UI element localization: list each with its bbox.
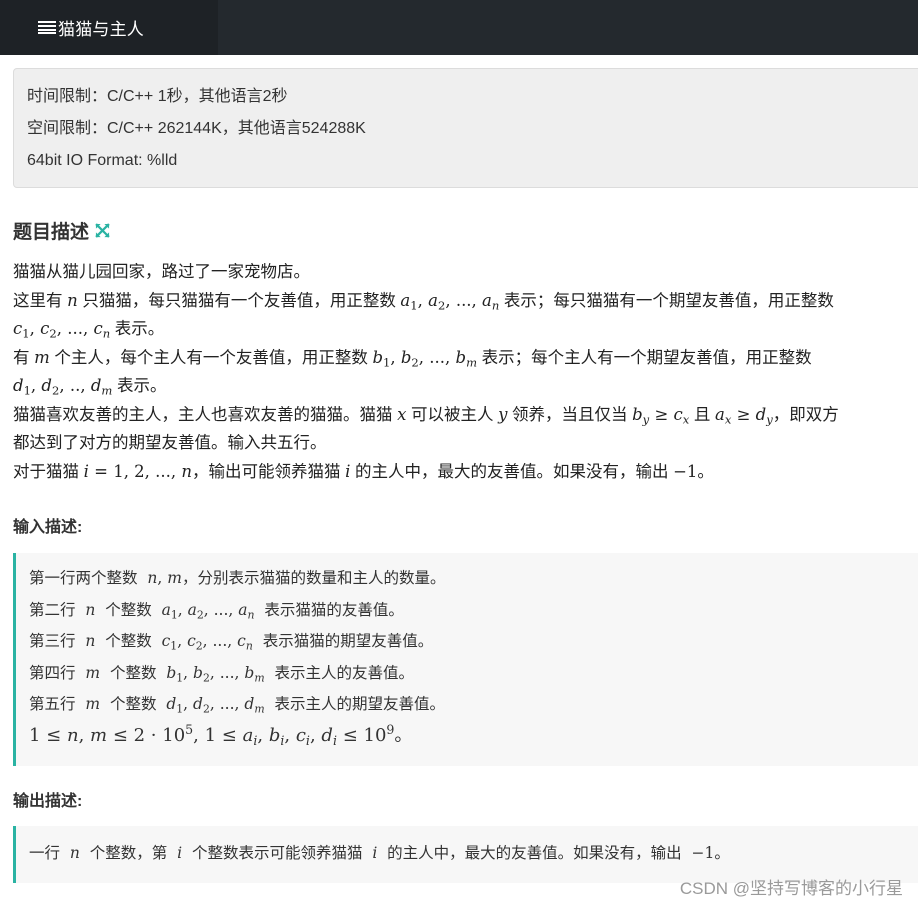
- desc-text: 领养，当且仅当: [512, 405, 628, 424]
- math-m: m: [80, 663, 106, 682]
- math-i-range: i = 1, 2, ..., n: [83, 461, 193, 481]
- math-i: i: [172, 844, 187, 862]
- math-cond-1: by ≥ cx: [632, 404, 690, 426]
- input-text: 个整数: [105, 632, 152, 650]
- math-b-seq: b1, b2, ..., bm: [372, 347, 478, 369]
- problem-description: 猫猫从猫儿园回家，路过了一家宠物店。 这里有 n 只猫猫，每只猫猫有一个友善值，…: [13, 258, 913, 486]
- math-n: n: [80, 600, 101, 619]
- desc-text: ，输出可能领养猫猫: [192, 462, 341, 481]
- io-format: 64bit IO Format: %lld: [27, 152, 178, 169]
- math-b-seq: b1, b2, ..., bm: [161, 663, 265, 684]
- input-text: ，分别表示猫猫的数量和主人的数量。: [181, 569, 446, 587]
- math-constraints: 1 ≤ n, m ≤ 2 · 105, 1 ≤ ai, bi, ci, di ≤…: [29, 721, 395, 748]
- input-text: 个整数: [105, 600, 152, 619]
- math-cond-2: ax ≥ dy: [714, 404, 773, 426]
- input-text: 第三行: [29, 632, 76, 650]
- output-heading: 输出描述:: [13, 793, 83, 810]
- desc-line-1: 猫猫从猫儿园回家，路过了一家宠物店。: [13, 263, 310, 281]
- desc-text: 个主人，每个主人有一个友善值，用正整数: [54, 348, 368, 367]
- desc-text: 表示。: [114, 320, 165, 338]
- output-text: 。: [714, 844, 730, 862]
- math-d-seq: d1, d2, .., dm: [13, 376, 113, 398]
- input-text: 表示主人的期望友善值。: [274, 695, 445, 713]
- list-icon: [38, 21, 56, 34]
- math-i: i: [345, 461, 351, 481]
- expand-icon[interactable]: [95, 223, 110, 238]
- time-limit: 时间限制：C/C++ 1秒，其他语言2秒: [27, 88, 288, 105]
- input-text: 第二行: [29, 600, 76, 619]
- input-text: 。: [394, 724, 413, 746]
- math-d-seq: d1, d2, ..., dm: [161, 695, 265, 716]
- output-text: 的主人中，最大的友善值。如果没有，输出: [387, 844, 682, 862]
- math-c-seq: c1, c2, ..., cn: [13, 319, 111, 341]
- desc-text: 可以被主人: [411, 405, 494, 424]
- math-n: n: [80, 632, 101, 650]
- input-text: 个整数: [109, 695, 157, 713]
- input-text: 个整数: [109, 663, 157, 682]
- problem-tab[interactable]: 猫猫与主人: [0, 0, 218, 55]
- limits-panel: 时间限制：C/C++ 1秒，其他语言2秒 空间限制：C/C++ 262144K，…: [13, 68, 918, 188]
- desc-text: 表示；每只猫猫有一个期望友善值，用正整数: [503, 291, 834, 310]
- space-limit: 空间限制：C/C++ 262144K，其他语言524288K: [27, 120, 366, 137]
- desc-text: 的主人中，最大的友善值。如果没有，输出: [355, 462, 669, 481]
- desc-text: 表示；每个主人有一个期望友善值，用正整数: [481, 348, 812, 367]
- math-m: m: [80, 695, 106, 713]
- description-heading-text: 题目描述: [13, 222, 90, 243]
- math-nm: n, m: [142, 569, 182, 587]
- output-text: 一行: [29, 844, 61, 862]
- math-n: n: [64, 844, 85, 862]
- output-text: 个整数表示可能领养猫猫: [191, 844, 363, 862]
- description-heading: 题目描述: [13, 217, 110, 244]
- desc-text: 都达到了对方的期望友善值。输入共五行。: [13, 434, 327, 452]
- math-c-seq: c1, c2, ..., cn: [156, 632, 253, 653]
- math-a-seq: a1, a2, ..., an: [400, 290, 500, 312]
- desc-text: ，即双方: [772, 405, 839, 424]
- desc-text: 且: [693, 405, 711, 424]
- math-y: y: [498, 404, 508, 424]
- desc-text: 表示。: [116, 377, 167, 395]
- top-bar: 猫猫与主人: [0, 0, 918, 55]
- math-x: x: [397, 404, 407, 424]
- math-neg-one: −1: [686, 844, 715, 862]
- desc-text: 这里有: [13, 291, 63, 310]
- desc-text: 猫猫喜欢友善的主人，主人也喜欢友善的猫猫。猫猫: [13, 405, 393, 424]
- math-i: i: [367, 844, 383, 862]
- desc-text: 有: [13, 348, 30, 367]
- desc-text: 。: [697, 462, 714, 481]
- math-n: n: [67, 290, 78, 310]
- math-a-seq: a1, a2, ..., an: [156, 600, 255, 621]
- input-heading: 输入描述:: [13, 519, 83, 536]
- input-text: 第一行两个整数: [29, 569, 138, 587]
- desc-text: 只猫猫，每只猫猫有一个友善值，用正整数: [82, 291, 396, 310]
- input-text: 表示猫猫的期望友善值。: [262, 632, 434, 650]
- desc-text: 对于猫猫: [13, 462, 79, 481]
- input-text: 第五行: [29, 695, 76, 713]
- output-text: 个整数，第: [89, 844, 168, 862]
- input-text: 第四行: [29, 663, 76, 682]
- math-m: m: [34, 347, 50, 367]
- problem-title: 猫猫与主人: [58, 20, 144, 39]
- input-description: 第一行两个整数 n, m，分别表示猫猫的数量和主人的数量。 第二行 n 个整数 …: [13, 553, 918, 766]
- csdn-watermark: CSDN @坚持写博客的小行星: [679, 879, 903, 898]
- math-neg-one: −1: [673, 461, 698, 481]
- input-text: 表示猫猫的友善值。: [264, 600, 404, 619]
- input-text: 表示主人的友善值。: [274, 663, 414, 682]
